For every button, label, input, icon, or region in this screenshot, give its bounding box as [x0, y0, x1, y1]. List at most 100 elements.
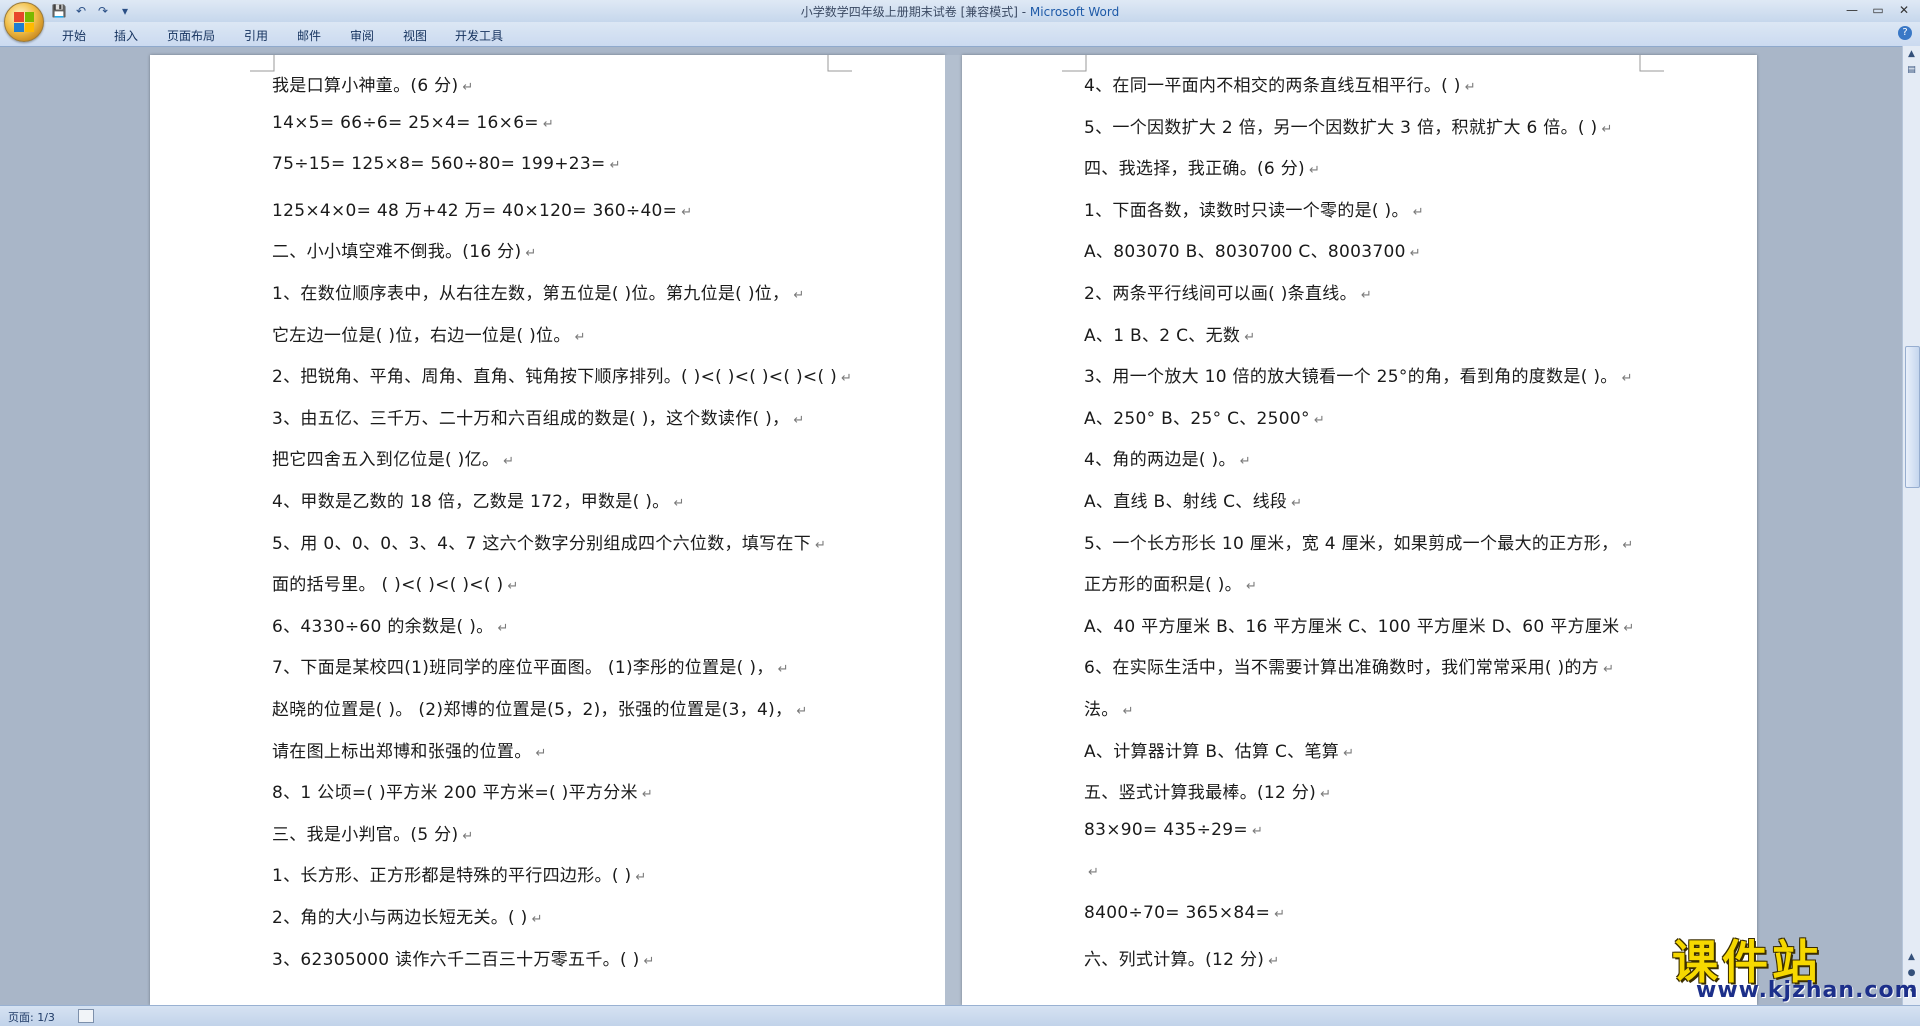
document-line[interactable]: 3、62305000 读作六千二百三十万零五千。( ) ↵: [272, 945, 655, 970]
close-button[interactable]: ✕: [1892, 1, 1916, 19]
previous-page-icon[interactable]: ▲: [1905, 951, 1918, 964]
document-line[interactable]: 2、把锐角、平角、周角、直角、钝角按下顺序排列。( )<( )<( )<( )<…: [272, 362, 852, 387]
scroll-thumb[interactable]: [1905, 346, 1920, 488]
document-line[interactable]: 5、用 0、0、0、3、4、7 这六个数字分别组成四个六位数，填写在下 ↵: [272, 529, 826, 554]
document-line[interactable]: 正方形的面积是( )。 ↵: [1084, 570, 1257, 595]
paragraph-mark-icon: ↵: [1412, 205, 1424, 220]
document-line[interactable]: 请在图上标出郑博和张强的位置。 ↵: [272, 737, 547, 762]
paragraph-mark-icon: ↵: [535, 746, 547, 761]
document-line[interactable]: ↵: [1084, 861, 1099, 881]
paragraph-mark-icon: ↵: [462, 829, 474, 844]
tab-mailings[interactable]: 邮件: [297, 27, 321, 44]
tab-page-layout[interactable]: 页面布局: [167, 27, 215, 44]
tab-developer[interactable]: 开发工具: [455, 27, 503, 44]
document-line[interactable]: 5、一个因数扩大 2 倍，另一个因数扩大 3 倍，积就扩大 6 倍。( ) ↵: [1084, 113, 1613, 138]
document-line[interactable]: 法。 ↵: [1084, 695, 1134, 720]
paragraph-mark-icon: ↵: [1122, 704, 1134, 719]
line-text: 6、4330÷60 的余数是( )。: [272, 617, 494, 637]
line-text: 它左边一位是( )位，右边一位是( )位。: [272, 326, 571, 346]
proofing-icon[interactable]: [78, 1009, 94, 1023]
paragraph-mark-icon: ↵: [1603, 662, 1615, 677]
document-line[interactable]: 8400÷70= 365×84= ↵: [1084, 903, 1285, 923]
help-icon[interactable]: ?: [1898, 26, 1912, 40]
paragraph-mark-icon: ↵: [542, 117, 555, 132]
document-line[interactable]: A、250° B、25° C、2500° ↵: [1084, 404, 1325, 429]
document-line[interactable]: A、40 平方厘米 B、16 平方厘米 C、100 平方厘米 D、60 平方厘米…: [1084, 612, 1635, 637]
document-line[interactable]: 4、甲数是乙数的 18 倍，乙数是 172，甲数是( )。 ↵: [272, 487, 685, 512]
document-line[interactable]: 赵晓的位置是( )。 (2)郑博的位置是(5，2)，张强的位置是(3，4)， ↵: [272, 695, 808, 720]
line-text: A、250° B、25° C、2500°: [1084, 409, 1310, 429]
line-text: 83×90= 435÷29=: [1084, 820, 1248, 840]
paragraph-mark-icon: ↵: [497, 621, 509, 636]
minimize-button[interactable]: —: [1840, 1, 1864, 19]
document-line[interactable]: 三、我是小判官。(5 分) ↵: [272, 820, 474, 845]
document-line[interactable]: 83×90= 435÷29= ↵: [1084, 820, 1263, 840]
document-line[interactable]: 1、下面各数，读数时只读一个零的是( )。 ↵: [1084, 196, 1424, 221]
document-line[interactable]: A、计算器计算 B、估算 C、笔算 ↵: [1084, 737, 1354, 762]
document-line[interactable]: 4、角的两边是( )。 ↵: [1084, 445, 1251, 470]
line-text: 请在图上标出郑博和张强的位置。: [272, 742, 532, 762]
document-page-right[interactable]: 4、在同一平面内不相交的两条直线互相平行。( ) ↵ 5、一个因数扩大 2 倍，另一…: [962, 55, 1757, 1005]
paragraph-mark-icon: ↵: [1239, 454, 1251, 469]
tab-references[interactable]: 引用: [244, 27, 268, 44]
line-text: 3、用一个放大 10 倍的放大镜看一个 25°的角，看到角的度数是( )。: [1084, 367, 1618, 387]
scroll-up-icon[interactable]: ▲: [1905, 48, 1918, 61]
paragraph-mark-icon: ↵: [1245, 579, 1258, 594]
document-line[interactable]: 1、在数位顺序表中，从右往左数，第五位是( )位。第九位是( )位， ↵: [272, 279, 805, 304]
paragraph-mark-icon: ↵: [507, 579, 519, 594]
document-line[interactable]: 五、竖式计算我最棒。(12 分) ↵: [1084, 778, 1331, 803]
document-line[interactable]: 面的括号里。 ( )<( )<( )<( ) ↵: [272, 570, 519, 595]
line-text: 2、两条平行线间可以画( )条直线。: [1084, 284, 1357, 304]
document-line[interactable]: 我是口算小神童。(6 分) ↵: [272, 71, 474, 96]
ribbon-tabs: 开始 插入 页面布局 引用 邮件 审阅 视图 开发工具 ?: [0, 22, 1920, 47]
document-page-left[interactable]: 我是口算小神童。(6 分) ↵ 14×5= 66÷6= 25×4= 16×6= ↵ 75…: [150, 55, 945, 1005]
document-line[interactable]: 14×5= 66÷6= 25×4= 16×6= ↵: [272, 113, 554, 133]
document-line[interactable]: 75÷15= 125×8= 560÷80= 199+23= ↵: [272, 154, 621, 174]
line-text: 赵晓的位置是( )。 (2)郑博的位置是(5，2)，张强的位置是(3，4)，: [272, 700, 793, 720]
paragraph-mark-icon: ↵: [1251, 824, 1264, 839]
document-line[interactable]: 6、4330÷60 的余数是( )。 ↵: [272, 612, 509, 637]
restore-button[interactable]: ▭: [1866, 1, 1890, 19]
line-text: 四、我选择，我正确。(6 分): [1084, 159, 1305, 179]
document-line[interactable]: 把它四舍五入到亿位是( )亿。 ↵: [272, 445, 514, 470]
document-line[interactable]: 8、1 公顷=( )平方米 200 平方米=( )平方分米 ↵: [272, 778, 653, 803]
paragraph-mark-icon: ↵: [1464, 80, 1476, 95]
document-line[interactable]: 125×4×0= 48 万+42 万= 40×120= 360÷40= ↵: [272, 196, 692, 221]
document-line[interactable]: 6、在实际生活中，当不需要计算出准确数时，我们常常采用( )的方 ↵: [1084, 653, 1614, 678]
paragraph-mark-icon: ↵: [793, 413, 805, 428]
tab-view[interactable]: 视图: [403, 27, 427, 44]
crop-mark-top-right: [1639, 55, 1664, 72]
document-line[interactable]: 4、在同一平面内不相交的两条直线互相平行。( ) ↵: [1084, 71, 1476, 96]
page-count[interactable]: 页面: 1/3: [8, 1009, 55, 1025]
line-text: 五、竖式计算我最棒。(12 分): [1084, 783, 1317, 803]
paragraph-mark-icon: ↵: [641, 787, 654, 802]
document-line[interactable]: 1、长方形、正方形都是特殊的平行四边形。( ) ↵: [272, 861, 647, 886]
tab-insert[interactable]: 插入: [114, 27, 138, 44]
ruler-toggle-icon[interactable]: ▤: [1905, 64, 1918, 77]
window-title: 小学数学四年级上册期末试卷 [兼容模式] - Microsoft Word: [0, 3, 1920, 20]
vertical-scrollbar[interactable]: ▲ ▤ ▲ ● ▼: [1902, 46, 1920, 1005]
tab-home[interactable]: 开始: [62, 27, 86, 44]
office-button[interactable]: [4, 2, 44, 42]
document-line[interactable]: 2、两条平行线间可以画( )条直线。 ↵: [1084, 279, 1372, 304]
document-line[interactable]: A、1 B、2 C、无数 ↵: [1084, 321, 1255, 346]
document-line[interactable]: A、803070 B、8030700 C、8003700 ↵: [1084, 237, 1421, 262]
paragraph-mark-icon: ↵: [1360, 288, 1373, 303]
document-line[interactable]: 3、由五亿、三千万、二十万和六百组成的数是( )，这个数读作( )， ↵: [272, 404, 805, 429]
window-controls: — ▭ ✕: [1840, 1, 1916, 19]
tab-review[interactable]: 审阅: [350, 27, 374, 44]
document-line[interactable]: 7、下面是某校四(1)班同学的座位平面图。 (1)李彤的位置是( )， ↵: [272, 653, 789, 678]
line-text: A、1 B、2 C、无数: [1084, 326, 1241, 346]
document-line[interactable]: 2、角的大小与两边长短无关。( ) ↵: [272, 903, 543, 928]
paragraph-mark-icon: ↵: [1623, 621, 1635, 636]
document-line[interactable]: 5、一个长方形长 10 厘米，宽 4 厘米，如果剪成一个最大的正方形， ↵: [1084, 529, 1634, 554]
document-line[interactable]: 它左边一位是( )位，右边一位是( )位。 ↵: [272, 321, 586, 346]
paragraph-mark-icon: ↵: [793, 288, 805, 303]
line-text: A、803070 B、8030700 C、8003700: [1084, 242, 1406, 262]
document-line[interactable]: 四、我选择，我正确。(6 分) ↵: [1084, 154, 1320, 179]
document-line[interactable]: 3、用一个放大 10 倍的放大镜看一个 25°的角，看到角的度数是( )。 ↵: [1084, 362, 1633, 387]
document-line[interactable]: 二、小小填空难不倒我。(16 分) ↵: [272, 237, 537, 262]
document-line[interactable]: 六、列式计算。(12 分) ↵: [1084, 945, 1279, 970]
document-line[interactable]: A、直线 B、射线 C、线段 ↵: [1084, 487, 1302, 512]
paragraph-mark-icon: ↵: [1601, 122, 1613, 137]
